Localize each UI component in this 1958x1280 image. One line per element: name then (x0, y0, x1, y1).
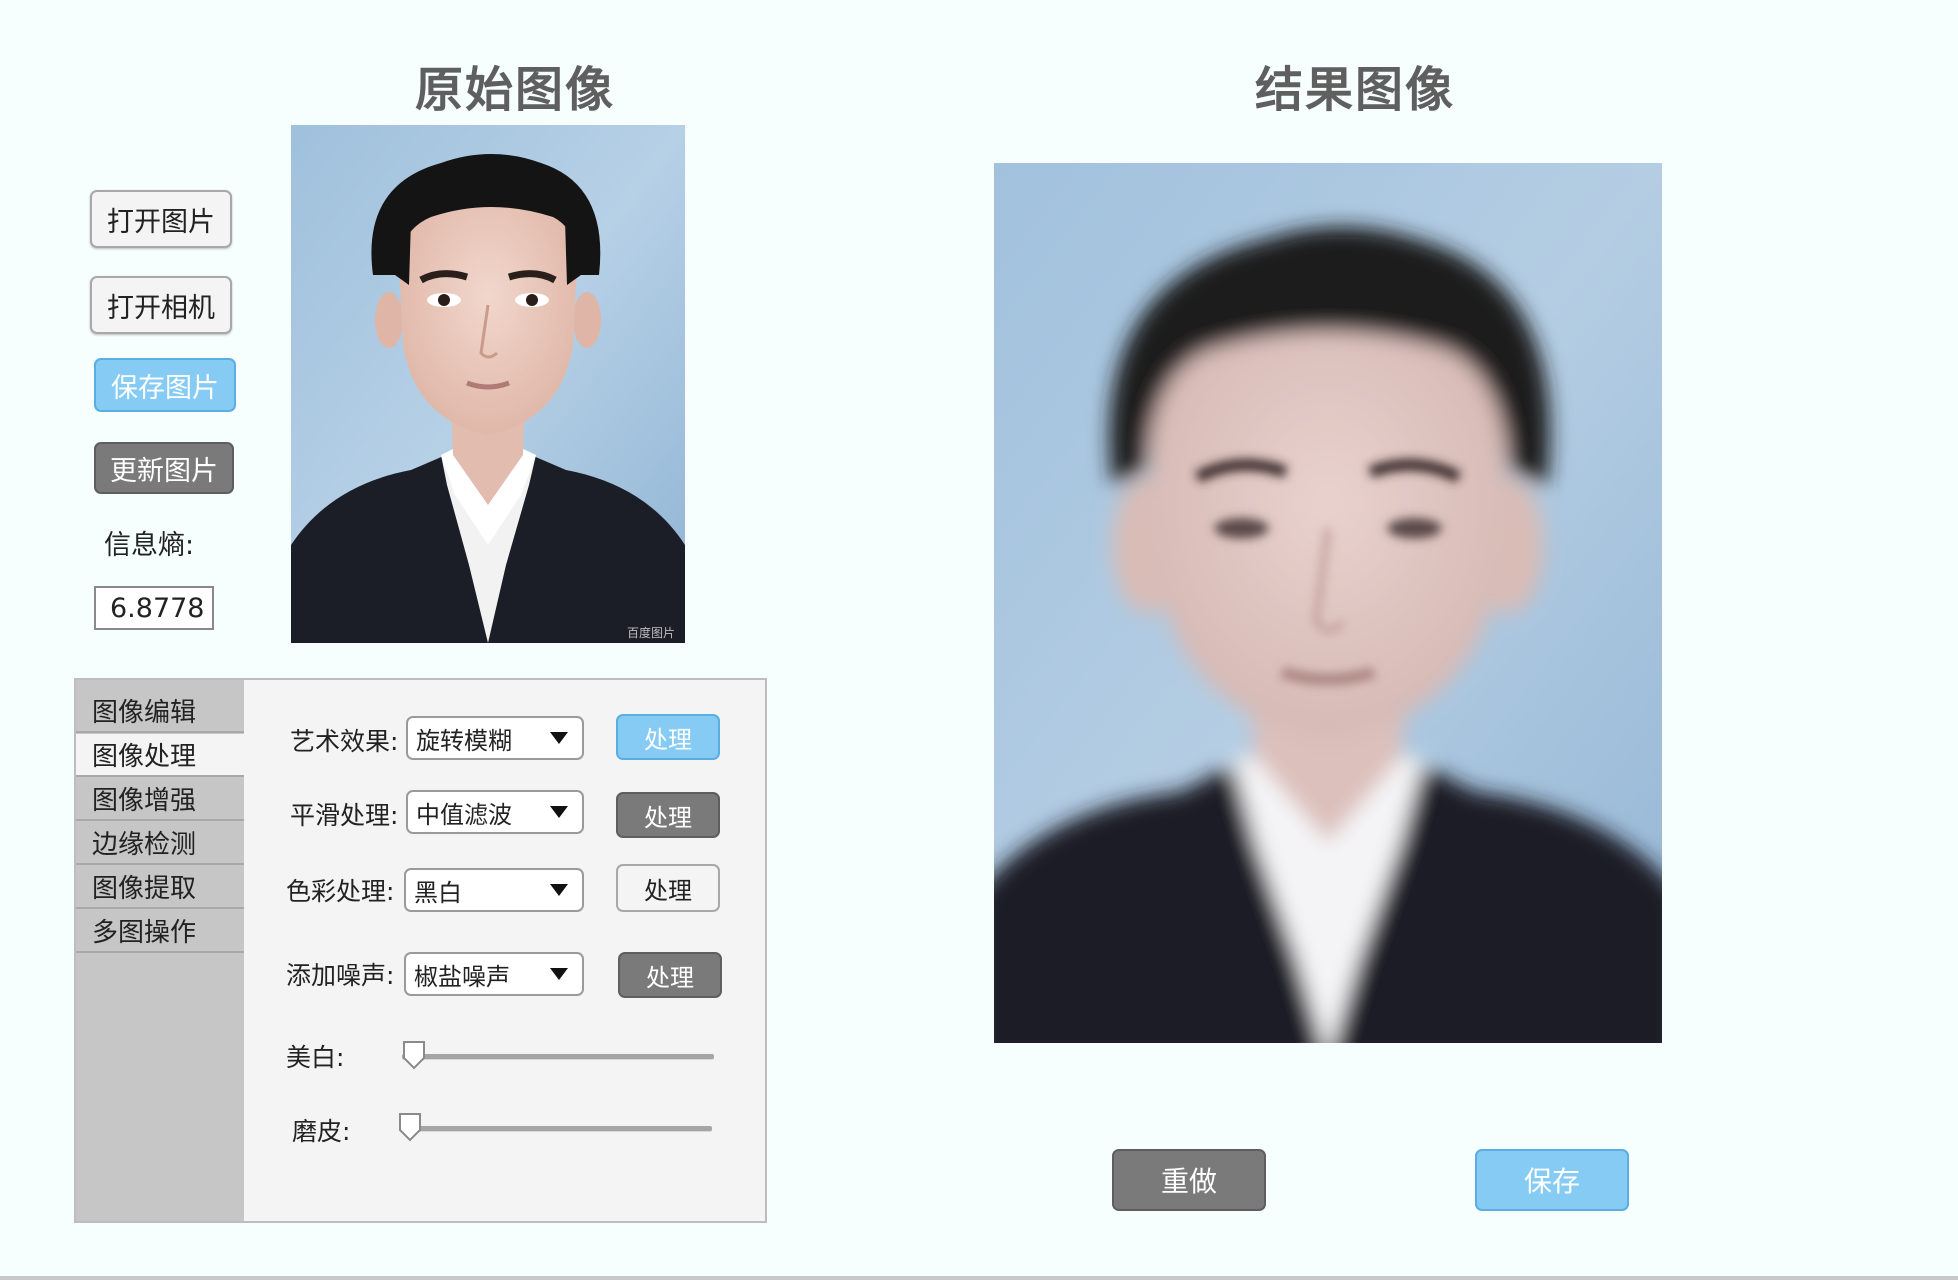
smoothing-select-value: 中值滤波 (416, 800, 512, 829)
watermark-text: 百度图片 (626, 626, 675, 640)
tab-multi-image[interactable]: 多图操作 (76, 910, 244, 953)
tab-image-enhance[interactable]: 图像增强 (76, 778, 244, 821)
smoothing-process-button[interactable]: 处理 (616, 792, 720, 838)
original-photo: 百度图片 (291, 125, 685, 643)
whitening-slider-thumb[interactable] (402, 1040, 426, 1070)
original-image-heading: 原始图像 (414, 62, 615, 118)
entropy-label: 信息熵: (104, 530, 195, 561)
art-effect-select[interactable]: 旋转模糊 (406, 716, 584, 760)
portrait-illustration (291, 125, 685, 643)
tab-edge-detect[interactable]: 边缘检测 (76, 822, 244, 865)
dropdown-arrow-icon (550, 806, 568, 818)
tab-image-process[interactable]: 图像处理 (76, 734, 244, 777)
redo-button[interactable]: 重做 (1112, 1149, 1266, 1211)
art-effect-label: 艺术效果: (290, 727, 399, 756)
whitening-slider-track[interactable] (402, 1054, 714, 1059)
add-noise-select[interactable]: 椒盐噪声 (404, 952, 584, 996)
control-panel: 图像编辑 图像处理 图像增强 边缘检测 图像提取 多图操作 艺术效果: 旋转模糊… (74, 678, 767, 1223)
whitening-label: 美白: (286, 1043, 345, 1072)
entropy-value: 6.8778 (94, 586, 214, 630)
smoothing-label: 平滑处理: (290, 801, 399, 830)
result-image-heading: 结果图像 (1254, 62, 1455, 118)
window-bottom-border (0, 1276, 1958, 1280)
dropdown-arrow-icon (550, 884, 568, 896)
art-effect-select-value: 旋转模糊 (416, 726, 512, 755)
skin-smoothing-slider-thumb[interactable] (398, 1112, 422, 1142)
skin-smoothing-label: 磨皮: (292, 1117, 351, 1146)
art-effect-process-button[interactable]: 处理 (616, 714, 720, 760)
dropdown-arrow-icon (550, 968, 568, 980)
result-photo (994, 163, 1662, 1043)
color-process-button[interactable]: 处理 (616, 864, 720, 912)
skin-smoothing-slider-track[interactable] (400, 1126, 712, 1131)
open-camera-button[interactable]: 打开相机 (90, 276, 232, 334)
color-process-select-value: 黑白 (414, 878, 462, 907)
add-noise-label: 添加噪声: (286, 961, 395, 990)
tab-image-extract[interactable]: 图像提取 (76, 866, 244, 909)
color-process-select[interactable]: 黑白 (404, 868, 584, 912)
dropdown-arrow-icon (550, 732, 568, 744)
open-image-button[interactable]: 打开图片 (90, 190, 232, 248)
color-process-label: 色彩处理: (286, 877, 395, 906)
update-image-button[interactable]: 更新图片 (94, 442, 234, 494)
blurred-portrait-illustration (994, 163, 1662, 1043)
smoothing-select[interactable]: 中值滤波 (406, 790, 584, 834)
add-noise-select-value: 椒盐噪声 (414, 962, 510, 991)
tab-image-edit[interactable]: 图像编辑 (76, 690, 244, 733)
add-noise-process-button[interactable]: 处理 (618, 952, 722, 998)
save-image-button[interactable]: 保存图片 (94, 358, 236, 412)
save-button[interactable]: 保存 (1475, 1149, 1629, 1211)
